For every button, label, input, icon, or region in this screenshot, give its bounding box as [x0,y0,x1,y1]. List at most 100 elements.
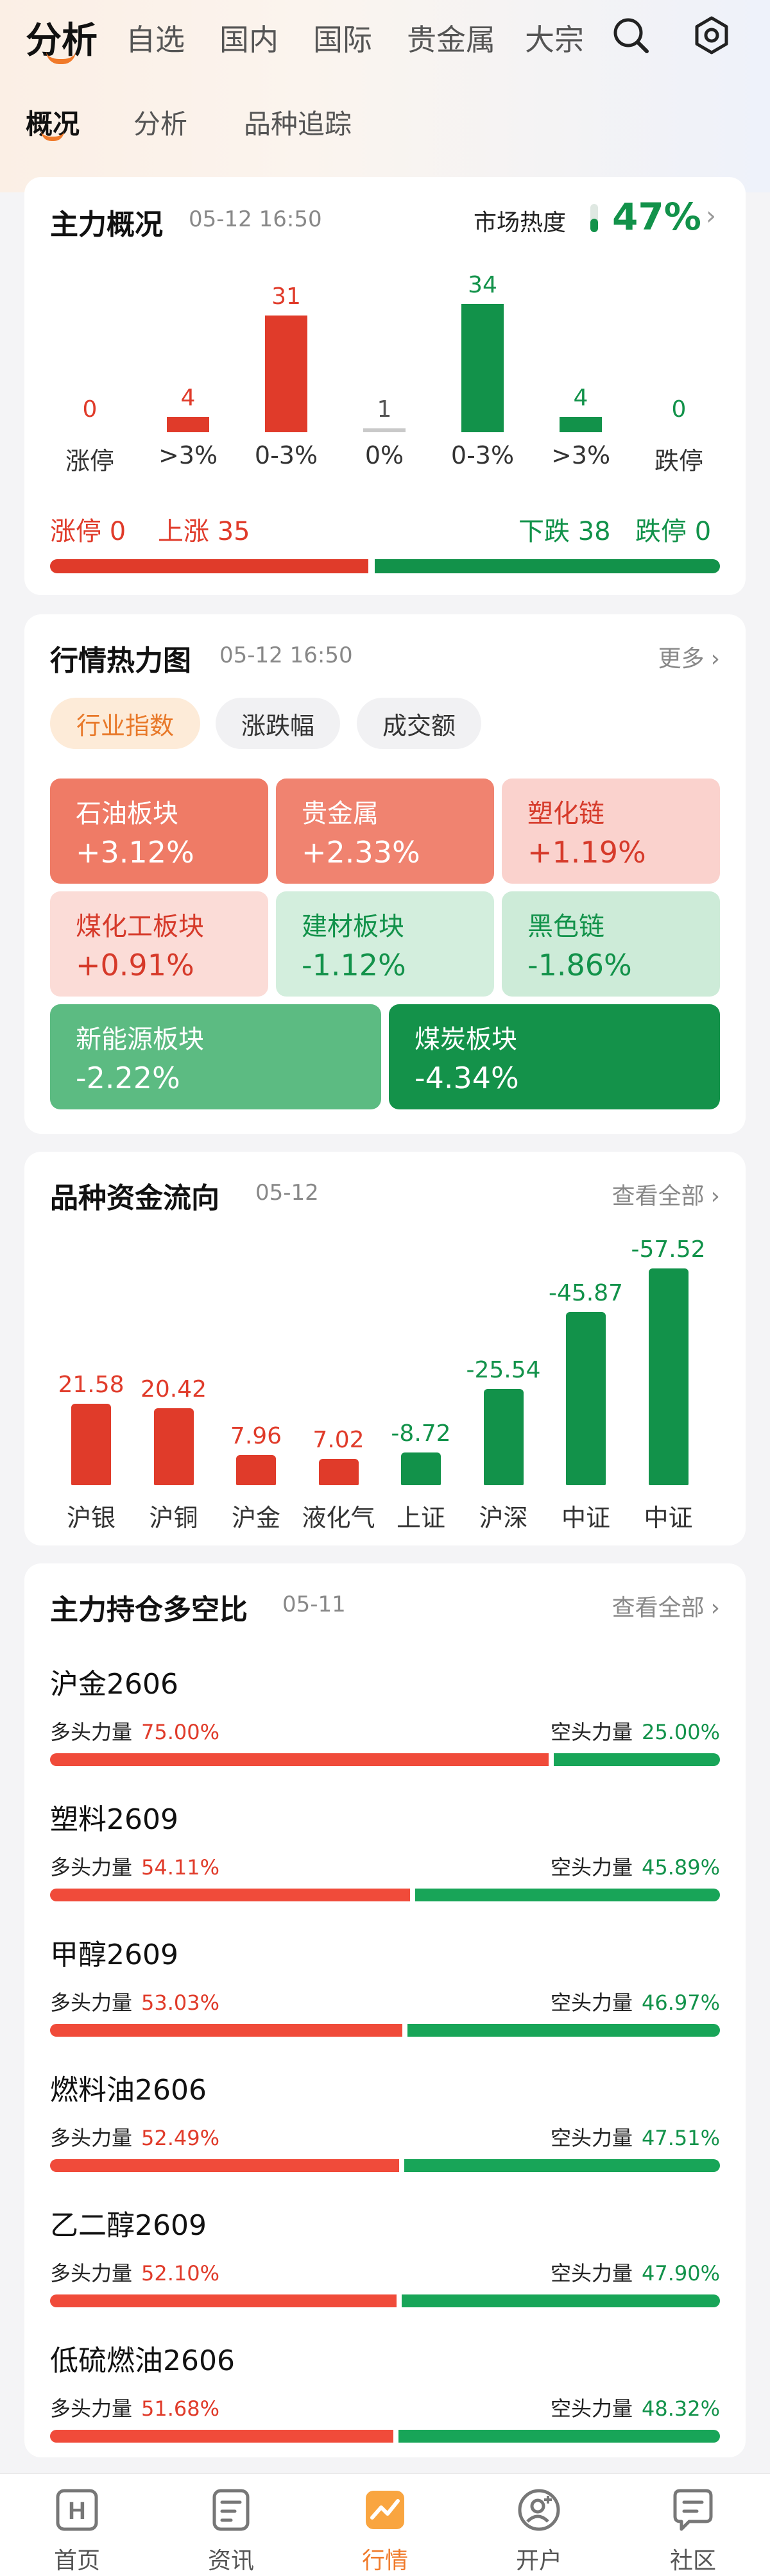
news-icon [212,2489,250,2531]
nav-open-account-label: 开户 [515,2548,562,2574]
market-heat-label: 市场热度 [474,210,567,236]
fund-flow-more-link[interactable]: 查看全部 › [612,1177,720,1211]
positions-more-link[interactable]: 查看全部 › [612,1589,720,1622]
long-segment [50,1889,410,1901]
fund-flow-value: -8.72 [391,1420,451,1447]
short-label: 空头力量 [550,1855,633,1880]
distribution-value: 4 [573,385,588,412]
fund-flow-bar [71,1404,111,1485]
subtab-analysis[interactable]: 分析 [133,103,187,142]
position-labels: 多头力量 51.68% 空头力量 48.32% [50,2393,720,2422]
distribution-value: 4 [180,385,196,412]
nav-news[interactable]: 资讯 [154,2487,308,2575]
heat-gauge-fill [590,219,598,232]
tab-commodities[interactable]: 大宗 [525,17,584,59]
tile-name: 石油板块 [76,799,178,829]
position-row[interactable]: 塑料2609 多头力量 54.11% 空头力量 45.89% [50,1796,720,1901]
tab-international[interactable]: 国际 [313,17,372,59]
contract-name: 沪金2606 [50,1668,178,1701]
fund-flow-value: -57.52 [631,1236,706,1263]
distribution-value: 31 [271,283,301,310]
nav-home-label: 首页 [53,2548,100,2574]
long-segment [50,1753,549,1766]
heatmap-tile[interactable]: 黑色链 -1.86% [502,891,720,997]
position-row[interactable]: 乙二醇2609 多头力量 52.10% 空头力量 47.90% [50,2202,720,2307]
contract-name: 甲醇2609 [50,1939,178,1971]
chat-bubble-icon [673,2489,713,2531]
nav-community-label: 社区 [669,2548,716,2574]
settings-icon[interactable] [690,14,733,56]
heatmap-more-link[interactable]: 更多 › [658,640,720,673]
pill-change[interactable]: 涨跌幅 [216,698,340,749]
position-labels: 多头力量 75.00% 空头力量 25.00% [50,1716,720,1746]
long-short-bar [50,2024,720,2037]
heat-chevron-icon[interactable]: › [706,201,716,231]
rise-count: 上涨 35 [158,517,250,546]
distribution-value: 0 [82,396,98,423]
contract-name: 燃料油2606 [50,2074,207,2107]
search-icon[interactable] [610,14,652,56]
long-value: 52.49% [141,2126,220,2150]
fund-flow-value: 20.42 [140,1376,207,1402]
short-label: 空头力量 [550,1991,633,2015]
rise-fall-ratio-bar [50,559,720,573]
fund-flow-bar [236,1455,276,1485]
long-segment [50,2159,399,2172]
short-segment [401,2294,720,2307]
tab-precious-metals[interactable]: 贵金属 [407,17,495,59]
long-short-bar [50,1753,720,1766]
heatmap-tile[interactable]: 塑化链 +1.19% [502,779,720,884]
short-value: 25.00% [641,1720,720,1744]
top-header: 分析 自选 国内 国际 贵金属 大宗 [0,0,770,77]
pill-industry-index[interactable]: 行业指数 [50,698,200,749]
heatmap-tile[interactable]: 贵金属 +2.33% [276,779,494,884]
long-label: 多头力量 [50,1991,133,2015]
distribution-value: 34 [468,272,497,298]
subtab-tracking[interactable]: 品种追踪 [244,103,352,142]
heatmap-tile[interactable]: 建材板块 -1.12% [276,891,494,997]
limit-up-count: 涨停 0 [50,517,126,546]
contract-name: 低硫燃油2606 [50,2344,235,2377]
distribution-label: 跌停 [654,447,703,475]
nav-open-account[interactable]: 开户 [462,2487,616,2575]
long-side: 多头力量 53.03% [50,1987,219,2016]
short-side: 空头力量 47.51% [551,2122,720,2151]
heatmap-tile[interactable]: 煤化工板块 +0.91% [50,891,268,997]
short-segment [404,2159,720,2172]
distribution-bar [363,428,406,432]
position-row[interactable]: 燃料油2606 多头力量 52.49% 空头力量 47.51% [50,2067,720,2172]
long-value: 75.00% [141,1720,220,1744]
short-segment [407,2024,720,2037]
tab-domestic[interactable]: 国内 [219,17,278,59]
position-labels: 多头力量 52.10% 空头力量 47.90% [50,2257,720,2287]
nav-home[interactable]: H 首页 [0,2487,154,2575]
tile-name: 煤化工板块 [76,912,204,941]
position-row[interactable]: 低硫燃油2606 多头力量 51.68% 空头力量 48.32% [50,2337,720,2443]
heat-gauge [590,204,598,232]
distribution-bar [560,417,602,432]
short-label: 空头力量 [550,1720,633,1744]
tile-change: +2.33% [302,835,420,870]
tile-change: +0.91% [76,948,194,982]
distribution-bar [69,428,111,432]
long-label: 多头力量 [50,2261,133,2286]
long-side: 多头力量 52.10% [50,2257,219,2287]
tab-watchlist[interactable]: 自选 [126,17,185,59]
heatmap-tile[interactable]: 石油板块 +3.12% [50,779,268,884]
short-value: 47.51% [641,2126,720,2150]
distribution-bar [167,417,209,432]
nav-market[interactable]: 行情 [308,2487,462,2575]
tile-change: -2.22% [76,1061,180,1095]
long-label: 多头力量 [50,1855,133,1880]
long-value: 53.03% [141,1991,220,2015]
heatmap-tile[interactable]: 煤炭板块 -4.34% [389,1004,720,1109]
distribution-bar [265,315,307,432]
short-value: 46.97% [641,1991,720,2015]
pill-volume[interactable]: 成交额 [357,698,481,749]
position-row[interactable]: 甲醇2609 多头力量 53.03% 空头力量 46.97% [50,1932,720,2037]
heatmap-tile[interactable]: 新能源板块 -2.22% [50,1004,381,1109]
position-row[interactable]: 沪金2606 多头力量 75.00% 空头力量 25.00% [50,1661,720,1766]
tile-change: -4.34% [415,1061,519,1095]
fund-flow-bar [318,1458,359,1485]
nav-community[interactable]: 社区 [616,2487,770,2575]
